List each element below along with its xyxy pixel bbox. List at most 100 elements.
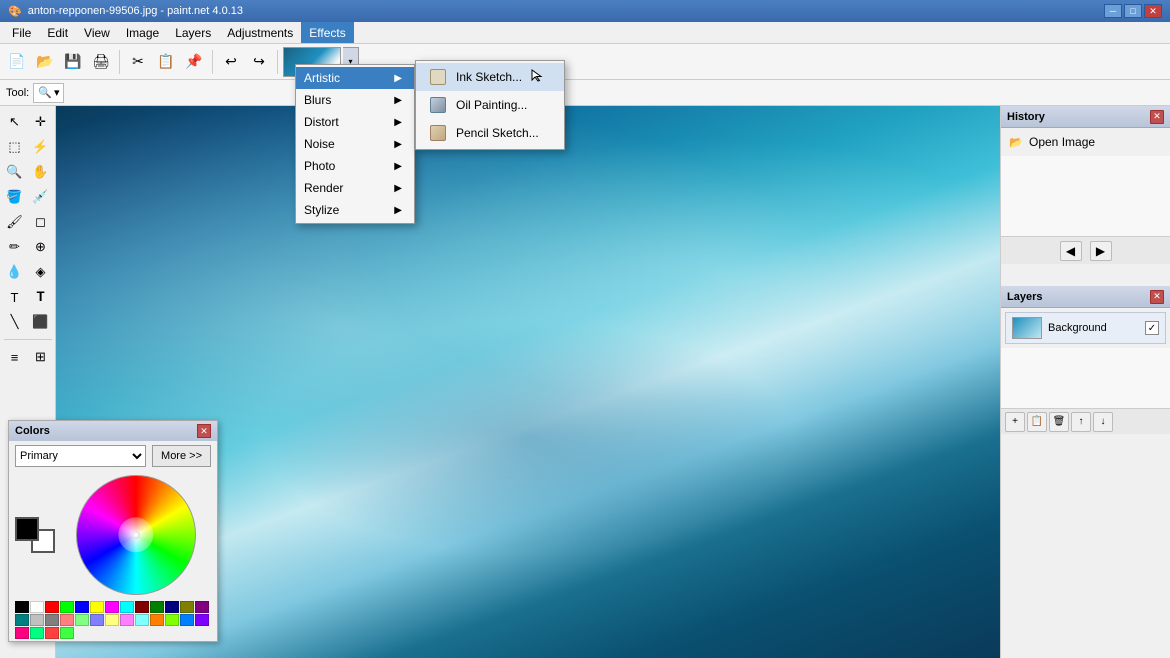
close-button[interactable]: ✕ — [1144, 4, 1162, 18]
submenu-pencil-sketch[interactable]: Pencil Sketch... — [416, 119, 564, 147]
effects-menu-photo[interactable]: Photo ▶ — [296, 155, 414, 177]
tool-extra-1[interactable]: ≡ — [3, 345, 27, 369]
palette-swatch[interactable] — [15, 601, 29, 613]
save-button[interactable]: 💾 — [60, 49, 86, 75]
menu-file[interactable]: File — [4, 22, 39, 43]
add-layer-button[interactable]: + — [1005, 412, 1025, 432]
menu-adjustments[interactable]: Adjustments — [219, 22, 301, 43]
submenu-ink-sketch[interactable]: Ink Sketch... — [416, 63, 564, 91]
palette-swatch[interactable] — [195, 601, 209, 613]
effects-menu-blurs[interactable]: Blurs ▶ — [296, 89, 414, 111]
layer-item-background[interactable]: Background ✓ — [1005, 312, 1166, 344]
history-close-button[interactable]: ✕ — [1150, 110, 1164, 124]
pencil-tool[interactable]: ✏ — [3, 235, 27, 259]
zoom-tool[interactable]: 🔍 — [3, 160, 27, 184]
palette-swatch[interactable] — [45, 601, 59, 613]
new-button[interactable]: 📄 — [4, 49, 30, 75]
layer-visibility-checkbox[interactable]: ✓ — [1145, 321, 1159, 335]
palette-swatch[interactable] — [45, 614, 59, 626]
palette-swatch[interactable] — [165, 601, 179, 613]
palette-swatch[interactable] — [120, 614, 134, 626]
duplicate-layer-button[interactable]: 📋 — [1027, 412, 1047, 432]
history-redo-button[interactable]: ▶ — [1090, 241, 1112, 261]
palette-swatch[interactable] — [30, 627, 44, 639]
text-tool[interactable]: T — [3, 285, 27, 309]
foreground-color-swatch[interactable] — [15, 517, 39, 541]
effects-menu-artistic[interactable]: Artistic ▶ — [296, 67, 414, 89]
palette-swatch[interactable] — [30, 601, 44, 613]
select-tool[interactable]: ↖ — [3, 110, 27, 134]
paint-bucket-tool[interactable]: 🪣 — [3, 185, 27, 209]
move-layer-up-button[interactable]: ↑ — [1071, 412, 1091, 432]
redo-button[interactable]: ↪ — [246, 49, 272, 75]
menu-edit[interactable]: Edit — [39, 22, 76, 43]
palette-swatch[interactable] — [120, 601, 134, 613]
move-layer-down-button[interactable]: ↓ — [1093, 412, 1113, 432]
line-tool[interactable]: ╲ — [3, 310, 27, 334]
palette-swatch[interactable] — [135, 601, 149, 613]
history-undo-button[interactable]: ◀ — [1060, 241, 1082, 261]
text-bold-tool[interactable]: 𝐓 — [29, 285, 53, 309]
palette-swatch[interactable] — [180, 614, 194, 626]
palette-swatch[interactable] — [165, 614, 179, 626]
palette-swatch[interactable] — [105, 614, 119, 626]
clone-tool[interactable]: ⊕ — [29, 235, 53, 259]
open-button[interactable]: 📂 — [32, 49, 58, 75]
paste-button[interactable]: 📌 — [181, 49, 207, 75]
delete-layer-button[interactable]: 🗑 — [1049, 412, 1069, 432]
palette-swatch[interactable] — [150, 614, 164, 626]
palette-swatch[interactable] — [60, 614, 74, 626]
print-button[interactable]: 🖨 — [88, 49, 114, 75]
undo-button[interactable]: ↩ — [218, 49, 244, 75]
menu-effects[interactable]: Effects — [301, 22, 353, 43]
magic-wand-tool[interactable]: ⚡ — [29, 135, 53, 159]
blur-tool[interactable]: 💧 — [3, 260, 27, 284]
separator-1 — [119, 50, 120, 74]
history-item-open-image[interactable]: 📂 Open Image — [1005, 132, 1166, 152]
colors-close-button[interactable]: ✕ — [197, 424, 211, 438]
palette-swatch[interactable] — [75, 614, 89, 626]
palette-swatch[interactable] — [30, 614, 44, 626]
effects-menu-distort[interactable]: Distort ▶ — [296, 111, 414, 133]
menu-layers[interactable]: Layers — [167, 22, 219, 43]
copy-button[interactable]: 📋 — [153, 49, 179, 75]
menu-image[interactable]: Image — [118, 22, 167, 43]
palette-swatch[interactable] — [45, 627, 59, 639]
effects-menu-stylize[interactable]: Stylize ▶ — [296, 199, 414, 221]
color-swatches-area — [9, 471, 217, 599]
palette-swatch[interactable] — [90, 601, 104, 613]
palette-swatch[interactable] — [15, 614, 29, 626]
palette-swatch[interactable] — [105, 601, 119, 613]
palette-swatch[interactable] — [60, 601, 74, 613]
eraser-tool[interactable]: ◻ — [29, 210, 53, 234]
effects-menu-noise[interactable]: Noise ▶ — [296, 133, 414, 155]
move-tool[interactable]: ✛ — [29, 110, 53, 134]
menu-view[interactable]: View — [76, 22, 118, 43]
more-button[interactable]: More >> — [152, 445, 211, 467]
lasso-tool[interactable]: ⬚ — [3, 135, 27, 159]
oil-painting-label: Oil Painting... — [456, 98, 527, 112]
layers-close-button[interactable]: ✕ — [1150, 290, 1164, 304]
tool-extra-2[interactable]: ⊞ — [29, 345, 53, 369]
palette-swatch[interactable] — [60, 627, 74, 639]
palette-swatch[interactable] — [135, 614, 149, 626]
cut-button[interactable]: ✂ — [125, 49, 151, 75]
minimize-button[interactable]: ─ — [1104, 4, 1122, 18]
color-wheel[interactable] — [76, 475, 196, 595]
maximize-button[interactable]: □ — [1124, 4, 1142, 18]
brush-tool[interactable]: 🖌 — [3, 210, 27, 234]
submenu-oil-painting[interactable]: Oil Painting... — [416, 91, 564, 119]
effects-menu-render[interactable]: Render ▶ — [296, 177, 414, 199]
palette-swatch[interactable] — [180, 601, 194, 613]
palette-swatch[interactable] — [90, 614, 104, 626]
shapes-tool[interactable]: ⬛ — [29, 310, 53, 334]
palette-swatch[interactable] — [150, 601, 164, 613]
palette-swatch[interactable] — [75, 601, 89, 613]
tool-selector[interactable]: 🔍 ▾ — [33, 83, 64, 103]
sharpen-tool[interactable]: ◈ — [29, 260, 53, 284]
palette-swatch[interactable] — [195, 614, 209, 626]
color-picker-tool[interactable]: 💉 — [29, 185, 53, 209]
primary-dropdown[interactable]: Primary Secondary — [15, 445, 146, 467]
palette-swatch[interactable] — [15, 627, 29, 639]
pan-tool[interactable]: ✋ — [29, 160, 53, 184]
